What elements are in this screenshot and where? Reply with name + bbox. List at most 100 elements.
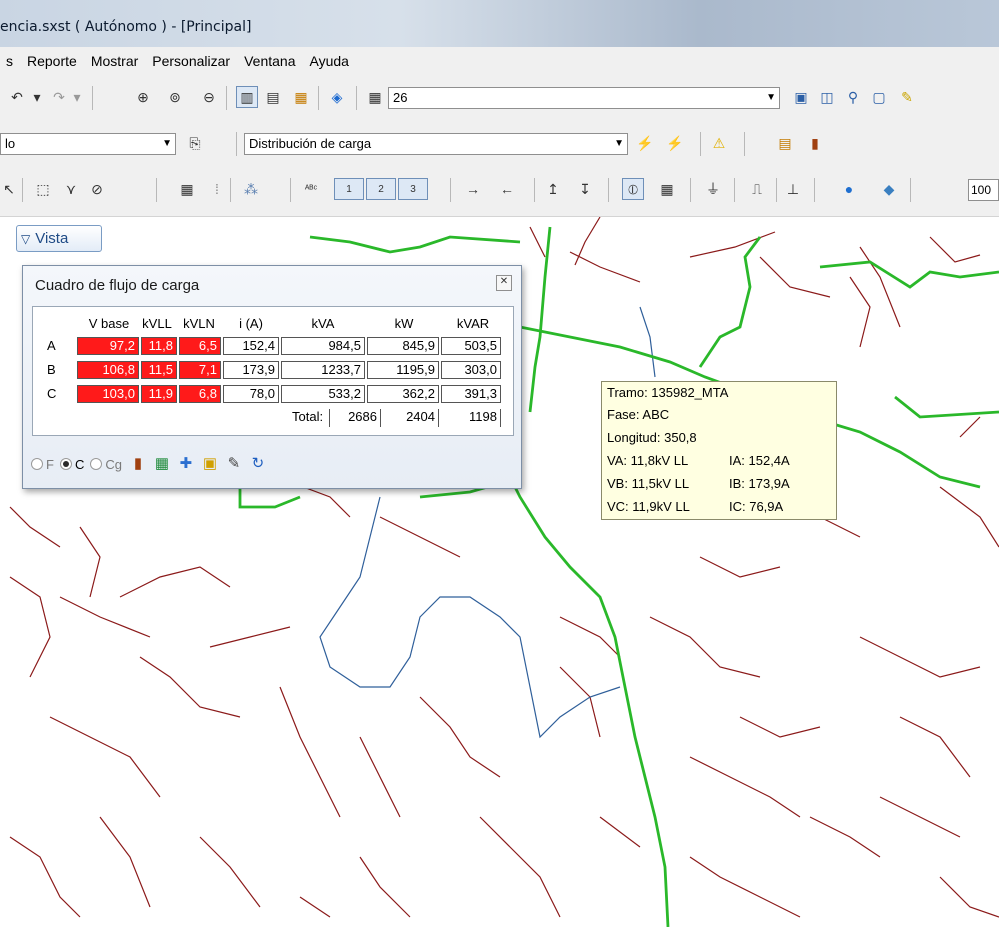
separator	[734, 178, 735, 202]
table-icon[interactable]: ▦	[364, 86, 386, 108]
menu-item-ayuda[interactable]: Ayuda	[303, 53, 356, 69]
cell-kvll-a: 11,8	[141, 337, 177, 355]
arrow-right-icon[interactable]: →	[458, 178, 488, 200]
separator	[290, 178, 291, 202]
menu-item-partial[interactable]: s	[0, 53, 21, 69]
up-icon[interactable]: ↥	[542, 178, 564, 200]
row-label-a: A	[47, 338, 56, 353]
clear-select-icon[interactable]: ⊘	[86, 178, 108, 200]
network-icon[interactable]: ⁂	[240, 178, 262, 200]
panel-footer: F C Cg ▮ ▦ ✚ ▣ ✎ ↻	[31, 453, 268, 475]
cell-vbase-b: 106,8	[77, 361, 139, 379]
vista-tab[interactable]: ▽ Vista	[16, 225, 102, 252]
plus-icon[interactable]: ✚	[176, 454, 196, 474]
bus-icon[interactable]: ⊥	[782, 178, 804, 200]
radio-c[interactable]	[59, 458, 72, 470]
row-label-b: B	[47, 362, 56, 377]
analysis-combo[interactable]: Distribución de carga ▼	[244, 133, 628, 155]
run-all-icon[interactable]: ⚡	[664, 132, 686, 154]
globe-icon[interactable]: ●	[838, 178, 860, 200]
abc-icon[interactable]: ᴬᴮᶜ	[300, 178, 322, 200]
down-icon[interactable]: ↧	[574, 178, 596, 200]
analysis-value: Distribución de carga	[249, 136, 372, 151]
radio-f[interactable]	[31, 458, 43, 470]
tooltip-vc: VC: 11,9kV LL	[607, 499, 690, 514]
network-combo[interactable]: lo ▼	[0, 133, 176, 155]
cell-kw-b: 1195,9	[367, 361, 439, 379]
radio-cg-label: Cg	[105, 456, 122, 472]
section-count-value: 26	[393, 90, 408, 105]
undo-icon[interactable]: ↶	[6, 86, 28, 108]
view-list-icon[interactable]: ▤	[262, 86, 284, 108]
open-icon[interactable]: ◫	[816, 86, 838, 108]
menu-item-ventana[interactable]: Ventana	[238, 53, 303, 69]
zoom-in-icon[interactable]: ⊕	[132, 86, 154, 108]
properties-icon[interactable]: ▣	[790, 86, 812, 108]
box-select-icon[interactable]: ⬚	[32, 178, 54, 200]
view-report-icon[interactable]: ▦	[290, 86, 312, 108]
redo-icon[interactable]: ↷	[48, 86, 70, 108]
header-kvll: kVLL	[142, 316, 172, 331]
edit-icon[interactable]: ✎	[224, 454, 244, 474]
branch-select-icon[interactable]: ⋎	[60, 178, 82, 200]
excel-icon[interactable]: ▦	[152, 454, 172, 474]
warning-icon[interactable]: ⚠	[708, 132, 730, 154]
cell-kva-a: 984,5	[281, 337, 365, 355]
cell-vbase-c: 103,0	[77, 385, 139, 403]
cell-kva-b: 1233,7	[281, 361, 365, 379]
redo-dropdown-icon[interactable]: ▾	[70, 86, 84, 108]
toolbar-tools: ↖ ⬚ ⋎ ⊘ ▦ ⁞ ⁂ ᴬᴮᶜ 1 2 3 → ← ↥ ↧ ⦶ ▦ ⏚ ⎍ …	[0, 166, 999, 217]
menu-item-reporte[interactable]: Reporte	[21, 53, 85, 69]
cell-kvln-c: 6,8	[179, 385, 221, 403]
tooltip-ib: IB: 173,9A	[729, 476, 790, 491]
highlight-icon[interactable]: ✎	[896, 86, 918, 108]
close-icon[interactable]: ✕	[496, 275, 512, 291]
load-flow-panel[interactable]: Cuadro de flujo de carga ✕ V base kVLL k…	[22, 265, 522, 489]
separator	[814, 178, 815, 202]
layers-icon[interactable]: ◆	[878, 178, 900, 200]
section-count-combo[interactable]: 26 ▼	[388, 87, 780, 109]
network-value: lo	[5, 136, 16, 151]
switch-icon[interactable]: ⎍	[746, 178, 768, 200]
tooltip-va: VA: 11,8kV LL	[607, 453, 689, 468]
cell-vbase-a: 97,2	[77, 337, 139, 355]
tooltip-tramo: Tramo: 135982_MTA	[607, 385, 729, 400]
chart-icon[interactable]: ▮	[804, 132, 826, 154]
chevron-down-icon: ▼	[614, 138, 624, 149]
select-icon[interactable]: ↖	[2, 178, 16, 200]
grid-dense-icon[interactable]: ▦	[656, 178, 678, 200]
small-grid-icon[interactable]: ⁞	[206, 178, 228, 200]
separator	[910, 178, 911, 202]
map-icon[interactable]: ◈	[326, 86, 348, 108]
radio-cg[interactable]	[90, 458, 103, 470]
menu-item-mostrar[interactable]: Mostrar	[85, 53, 146, 69]
zoom-window-icon[interactable]: ⊚	[164, 86, 186, 108]
transformer-icon[interactable]: ⏚	[702, 178, 724, 200]
arrow-left-icon[interactable]: ←	[492, 178, 522, 200]
label3-icon[interactable]: 3	[398, 178, 428, 200]
total-label: Total:	[292, 409, 324, 424]
export-icon[interactable]: ▢	[868, 86, 890, 108]
header-kw: kW	[394, 316, 414, 331]
report-icon[interactable]: ▤	[774, 132, 796, 154]
cell-kw-c: 362,2	[367, 385, 439, 403]
header-current: i (A)	[239, 316, 263, 331]
zoom-level-field[interactable]: 100	[968, 179, 999, 201]
grid-icon[interactable]: ▦	[176, 178, 198, 200]
zoom-out-icon[interactable]: ⊖	[198, 86, 220, 108]
chevron-down-icon: ▼	[162, 138, 172, 149]
menu-item-personalizar[interactable]: Personalizar	[146, 53, 238, 69]
label1-icon[interactable]: 1	[334, 178, 364, 200]
undo-dropdown-icon[interactable]: ▾	[30, 86, 44, 108]
run-icon[interactable]: ⚡	[634, 132, 656, 154]
label2-icon[interactable]: 2	[366, 178, 396, 200]
separator	[318, 86, 319, 110]
chart-icon[interactable]: ▮	[128, 454, 148, 474]
lock-icon[interactable]: ▣	[200, 454, 220, 474]
refresh-icon[interactable]: ↻	[248, 454, 268, 474]
meter-icon[interactable]: ⦶	[622, 178, 644, 200]
view-layout-icon[interactable]: ▥	[236, 86, 258, 108]
find-icon[interactable]: ⚲	[842, 86, 864, 108]
separator	[156, 178, 157, 202]
browse-icon[interactable]: ⎘	[184, 132, 206, 154]
